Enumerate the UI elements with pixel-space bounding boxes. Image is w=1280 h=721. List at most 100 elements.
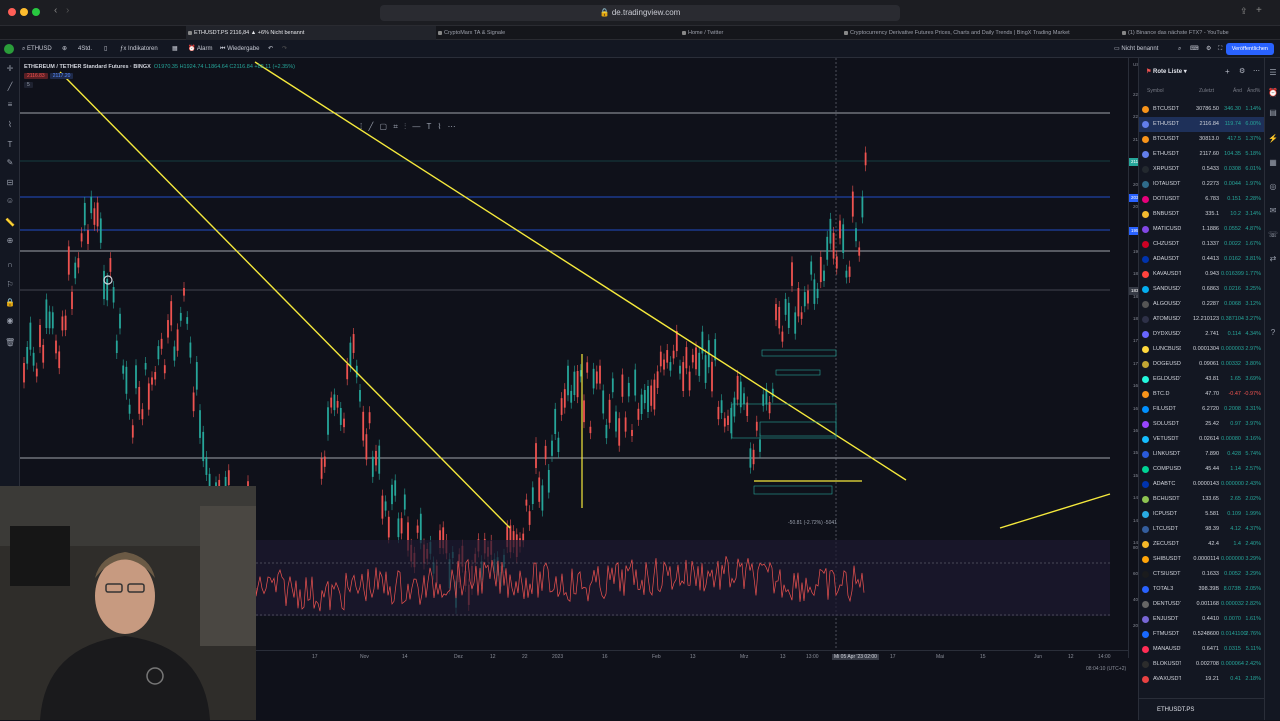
measure-icon[interactable]: ⊟ [5,178,15,188]
watchlist-row[interactable]: ZECUSDT 42.4 1.4 2.40% [1139,537,1265,552]
redo-icon[interactable]: ↷ [282,40,287,58]
tab-bingx[interactable]: Cryptocurrency Derivative Futures Prices… [842,26,1117,40]
watchlist-row[interactable]: KAVAUSDT 0.943 0.016399 1.77% [1139,267,1265,282]
watchlist-row[interactable]: FILUSDT 6.2720 0.2008 3.31% [1139,402,1265,417]
text-icon[interactable]: T [5,140,15,150]
watchlist-rail-icon[interactable]: ☰ [1268,68,1278,78]
watchlist-row[interactable]: ICPUSDT 5.581 0.109 1.99% [1139,507,1265,522]
watchlist-row[interactable]: FTMUSDT 0.5248600 0.0141100 2.76% [1139,627,1265,642]
col-symbol[interactable]: Symbol [1147,88,1164,94]
hotlists-icon[interactable]: ⚡ [1268,134,1278,144]
shapes-icon[interactable]: ✎ [5,158,15,168]
tab-youtube[interactable]: (1) Binance das nächste FTX? - YouTube [1120,26,1280,40]
bid-price[interactable]: 2116.83 [24,73,48,79]
add-symbol-icon[interactable]: + [1225,67,1230,76]
watchlist-row[interactable]: LTCUSDT 98.39 4.12 4.37% [1139,522,1265,537]
quick-search-icon[interactable]: ⌨ [1190,40,1199,58]
watchlist-row[interactable]: EGLDUSDT 43.81 1.65 3.69% [1139,372,1265,387]
ideas-icon[interactable]: ◎ [1268,182,1278,192]
more-icon[interactable]: ⋯ [448,122,456,131]
watchlist-row[interactable]: XRPUSDT 0.5433 0.0308 6.01% [1139,162,1265,177]
pattern-icon[interactable]: ⌇ [5,120,15,130]
fib-icon[interactable]: ⫶ [404,122,406,131]
back-icon[interactable]: ‹ [54,5,57,16]
zoom-window-icon[interactable] [32,8,40,16]
watchlist-row[interactable]: VETUSDT 0.02614 0.00080 3.16% [1139,432,1265,447]
watchlist-row[interactable]: ATOMUSDT 12.210123 0.387104 3.27% [1139,312,1265,327]
pattern-tool-icon[interactable]: ⌗ [393,122,398,131]
col-last[interactable]: Zuletzt [1199,88,1214,94]
watchlist-row[interactable]: IOTAUSDT 0.2273 0.0044 1.97% [1139,177,1265,192]
watchlist-row[interactable]: SOLUSDT 25.42 0.97 3.97% [1139,417,1265,432]
line-style-icon[interactable]: ╱ [368,122,373,131]
watchlist-row[interactable]: TOTAL3 398.39B 8.073B 2.05% [1139,582,1265,597]
watchlist-row[interactable]: MATICUSDT 1.1886 0.0552 4.87% [1139,222,1265,237]
watchlist-row[interactable]: CHZUSDT 0.1337 0.0022 1.67% [1139,237,1265,252]
watchlist-row[interactable]: ETHUSDT 2116.84 119.74 6.00% [1139,117,1265,132]
watchlist-row[interactable]: BTC.D 47.70 -0.47 -0.97% [1139,387,1265,402]
watchlist-row[interactable]: BTCUSDT 30786.50 346.30 1.14% [1139,102,1265,117]
tab-tradingview[interactable]: ETHUSDT.PS 2116,84 ▲ +6% Nicht benannt [186,26,436,40]
drag-handle-icon[interactable]: ⁞ [360,122,362,131]
notifications-icon[interactable]: ☏ [1268,230,1278,240]
ruler-icon[interactable]: 📏 [5,218,15,228]
time-axis[interactable]: 17 Nov 14 Dez 12 22 2023 16 Feb 13 Mrz 13 13:00 Mi 05… [256,650,1128,664]
fullscreen-icon[interactable]: ⛶ [1218,40,1222,58]
chat-icon[interactable]: ✉ [1268,206,1278,216]
watchlist-row[interactable]: SANDUSDT 0.6863 0.0216 3.25% [1139,282,1265,297]
trash-icon[interactable]: 🗑 [5,338,15,348]
watchlist-row[interactable]: MANAUSDT 0.6471 0.0315 5.11% [1139,642,1265,657]
brush-icon[interactable]: ⌇ [438,122,442,131]
crosshair-icon[interactable]: ✛ [5,64,15,74]
watchlist-row[interactable]: LINKUSDT 7.890 0.428 5.74% [1139,447,1265,462]
watchlist-row[interactable]: DOGEUSDT 0.090610.00332 3.80% [1139,357,1265,372]
forward-icon[interactable]: › [66,5,69,16]
watchlist-settings-icon[interactable]: ⚙ [1239,67,1245,75]
minimize-window-icon[interactable] [20,8,28,16]
search-toolbar-icon[interactable]: ⌕ [1178,40,1181,58]
help-icon[interactable]: ? [1268,328,1278,338]
trendline-icon[interactable]: ╱ [5,82,15,92]
watchlist-row[interactable]: LUNCBUSD 0.0001304 0.000003 2.97% [1139,342,1265,357]
watchlist-row[interactable]: AVAXUSDT 19.21 0.41 2.18% [1139,672,1265,687]
emoji-icon[interactable]: ☺ [5,196,15,206]
watchlist-row[interactable]: ETHUSDT 2117.60 104.35 5.18% [1139,147,1265,162]
watchlist-row[interactable]: CTSIUSDT 0.1633 0.0052 3.29% [1139,567,1265,582]
lock-icon[interactable]: 🔒 [5,298,15,308]
chart-type-button[interactable]: ▯ [104,40,107,58]
new-tab-icon[interactable]: + [1256,5,1262,16]
calendar-icon[interactable]: ▦ [1268,158,1278,168]
settings-icon[interactable]: ⚙ [1206,40,1211,58]
symbol-search[interactable]: ⌕ ETHUSD [22,40,52,58]
alerts-rail-icon[interactable]: ⏰ [1268,88,1278,98]
interval-button[interactable]: 4Std. [78,40,92,58]
eye-icon[interactable]: ◉ [5,316,15,326]
undo-icon[interactable]: ↶ [268,40,273,58]
indicators-button[interactable]: ƒx Indikatoren [120,40,158,58]
publish-button[interactable]: Veröffentlichen [1225,43,1274,55]
watchlist-row[interactable]: ALGOUSDT 0.2287 0.0068 3.12% [1139,297,1265,312]
watchlist-row[interactable]: DYDXUSDT 2.741 0.114 4.34% [1139,327,1265,342]
watchlist-row[interactable]: BTCUSDT 30813.0 417.5 1.37% [1139,132,1265,147]
watchlist-row[interactable]: BNBUSDT 335.1 10.2 3.14% [1139,207,1265,222]
address-bar[interactable]: 🔒 de.tradingview.com [380,5,900,21]
watchlist-footer[interactable]: ETHUSDT.PS [1139,698,1265,720]
watchlist-row[interactable]: BCHUSDT 133.65 2.65 2.02% [1139,492,1265,507]
ask-price[interactable]: 2117.20 [49,73,74,79]
lock-drawings-icon[interactable]: ⚐ [5,280,15,290]
watchlist-row[interactable]: DENTUSDT 0.001168 0.000032 2.82% [1139,597,1265,612]
col-change-pct[interactable]: Änd% [1247,88,1260,94]
watchlist-row[interactable]: COMPUSDT 45.44 1.14 2.57% [1139,462,1265,477]
timezone-label[interactable]: 08:04:10 (UTC+2) [1086,666,1126,672]
fill-color-icon[interactable]: ▢ [380,122,388,131]
horizontal-lines-icon[interactable]: ≡ [5,100,15,110]
watchlist-row[interactable]: ENJUSDT 0.4410 0.0070 1.61% [1139,612,1265,627]
user-avatar[interactable] [4,40,16,58]
tab-cryptomarx[interactable]: CryptoMarx TA & Signale [436,26,676,40]
hline-icon[interactable]: ― [412,122,420,131]
watchlist-more-icon[interactable]: ⋯ [1253,67,1260,75]
compare-symbol-button[interactable]: ⊕ [62,40,67,58]
close-window-icon[interactable] [8,8,16,16]
order-panel-icon[interactable]: ⇄ [1268,254,1278,264]
text-tool-icon[interactable]: T [427,122,432,131]
